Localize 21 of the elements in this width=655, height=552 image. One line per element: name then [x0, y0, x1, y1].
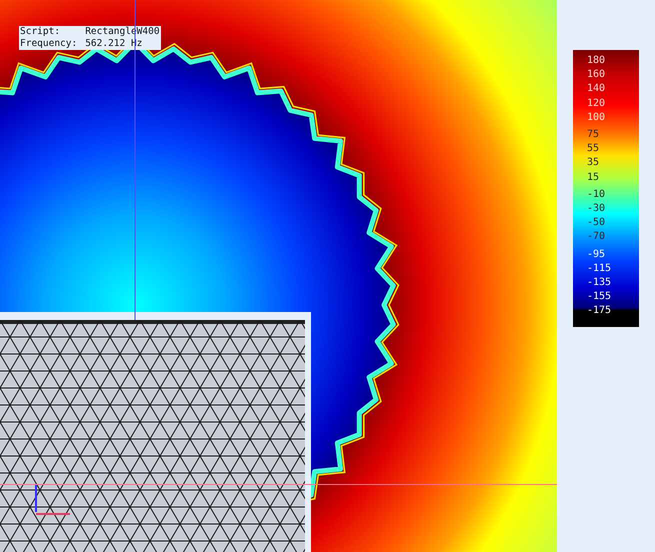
- scale-label: -175: [587, 304, 612, 318]
- scale-label: -95: [587, 248, 606, 262]
- scale-label: 160: [587, 68, 606, 82]
- info-label: Script:: [20, 26, 62, 38]
- axis-triad-icon: [35, 484, 70, 515]
- info-label: Frequency:: [20, 38, 78, 50]
- scale-label: 55: [587, 142, 600, 156]
- scale-label: 15: [587, 170, 600, 185]
- scale-label: -50: [587, 216, 606, 230]
- scale-label: -155: [587, 290, 612, 304]
- scale-label: -135: [587, 276, 612, 290]
- scale-label: 120: [587, 96, 606, 111]
- scale-label: -30: [587, 202, 606, 216]
- scale-label: -115: [587, 262, 612, 276]
- scale-label: 140: [587, 82, 606, 96]
- scale-label: -10: [587, 188, 606, 202]
- scale-label: -70: [587, 230, 606, 244]
- scale-label: 100: [587, 110, 606, 125]
- scale-label: 180: [587, 54, 606, 68]
- scale-label: 75: [587, 128, 600, 142]
- scale-label: 35: [587, 156, 600, 170]
